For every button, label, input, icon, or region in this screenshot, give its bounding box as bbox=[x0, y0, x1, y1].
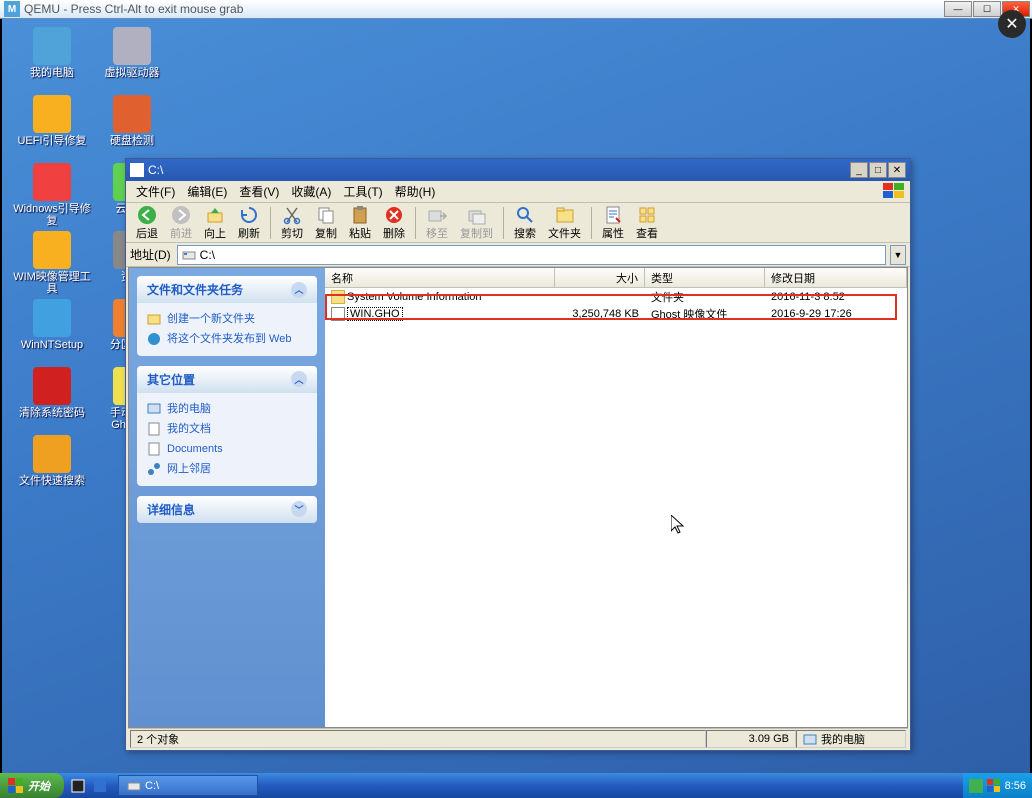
quick-launch bbox=[64, 776, 114, 796]
file-list-pane: 名称 大小 类型 修改日期 System Volume Information文… bbox=[325, 268, 907, 727]
menu-view[interactable]: 查看(V) bbox=[233, 181, 285, 202]
window-close-button[interactable]: ✕ bbox=[888, 162, 906, 178]
tasks-sidebar: 文件和文件夹任务︿ 创建一个新文件夹 将这个文件夹发布到 Web 其它位置︿ 我… bbox=[129, 268, 325, 727]
system-tray[interactable]: 8:56 bbox=[963, 773, 1032, 798]
desktop-icon[interactable]: 硬盘检测 bbox=[92, 93, 172, 161]
other-places-header[interactable]: 其它位置︿ bbox=[137, 366, 317, 393]
window-maximize-button[interactable]: □ bbox=[869, 162, 887, 178]
drive-icon bbox=[182, 248, 196, 262]
windows-logo-icon bbox=[8, 778, 24, 794]
chevron-down-icon: ﹀ bbox=[291, 501, 307, 517]
windows-flag-icon bbox=[882, 182, 906, 200]
properties-button[interactable]: 属性 bbox=[596, 204, 630, 242]
desktop-icon[interactable]: UEFI引导修复 bbox=[12, 93, 92, 161]
address-bar: 地址(D) C:\ ▼ bbox=[126, 243, 910, 267]
tray-icon[interactable] bbox=[969, 779, 983, 793]
file-tasks-panel: 文件和文件夹任务︿ 创建一个新文件夹 将这个文件夹发布到 Web bbox=[137, 276, 317, 356]
desktop-icon[interactable]: 我的电脑 bbox=[12, 25, 92, 93]
chevron-up-icon: ︿ bbox=[291, 371, 307, 387]
mouse-cursor-icon bbox=[671, 515, 685, 535]
menu-file[interactable]: 文件(F) bbox=[130, 181, 181, 202]
desktop-icon[interactable]: 虚拟驱动器 bbox=[92, 25, 172, 93]
file-row[interactable]: WIN.GHO3,250,748 KBGhost 映像文件2016-9-29 1… bbox=[325, 305, 907, 322]
copy-button[interactable]: 复制 bbox=[309, 204, 343, 242]
taskbar-window-button[interactable]: C:\ bbox=[118, 775, 258, 796]
explorer-titlebar[interactable]: C:\ _ □ ✕ bbox=[126, 159, 910, 181]
qemu-titlebar: M QEMU - Press Ctrl-Alt to exit mouse gr… bbox=[0, 0, 1032, 19]
desktop-icon[interactable]: WinNTSetup bbox=[12, 297, 92, 365]
paste-button[interactable]: 粘贴 bbox=[343, 204, 377, 242]
place-my-computer[interactable]: 我的电脑 bbox=[147, 399, 307, 419]
explorer-window: C:\ _ □ ✕ 文件(F) 编辑(E) 查看(V) 收藏(A) 工具(T) … bbox=[125, 158, 911, 751]
desktop-icon[interactable]: Widnows引导修复 bbox=[12, 161, 92, 229]
address-dropdown-button[interactable]: ▼ bbox=[890, 245, 906, 265]
details-header[interactable]: 详细信息﹀ bbox=[137, 496, 317, 523]
quick-launch-item[interactable] bbox=[90, 776, 110, 796]
drive-icon bbox=[130, 163, 144, 177]
desktop-icon[interactable]: WIM映像管理工具 bbox=[12, 229, 92, 297]
tray-clock[interactable]: 8:56 bbox=[1005, 780, 1026, 792]
qemu-maximize-button[interactable]: ☐ bbox=[973, 1, 1001, 17]
cut-button[interactable]: 剪切 bbox=[275, 204, 309, 242]
col-type[interactable]: 类型 bbox=[645, 268, 765, 287]
col-name[interactable]: 名称 bbox=[325, 268, 555, 287]
status-object-count: 2 个对象 bbox=[130, 730, 706, 748]
up-button[interactable]: 向上 bbox=[198, 204, 232, 242]
file-tasks-header[interactable]: 文件和文件夹任务︿ bbox=[137, 276, 317, 303]
search-button[interactable]: 搜索 bbox=[508, 204, 542, 242]
delete-button[interactable]: 删除 bbox=[377, 204, 411, 242]
quick-launch-item[interactable] bbox=[68, 776, 88, 796]
place-my-documents[interactable]: 我的文档 bbox=[147, 419, 307, 439]
desktop[interactable]: 我的电脑虚拟驱动器UEFI引导修复硬盘检测Widnows引导修复云骑士WIM映像… bbox=[2, 19, 1030, 773]
start-button[interactable]: 开始 bbox=[0, 773, 64, 798]
copyto-button[interactable]: 复制到 bbox=[454, 204, 499, 242]
window-minimize-button[interactable]: _ bbox=[850, 162, 868, 178]
task-publish-web[interactable]: 将这个文件夹发布到 Web bbox=[147, 329, 307, 349]
taskbar: 开始 C:\ 8:56 bbox=[0, 773, 1032, 798]
folders-button[interactable]: 文件夹 bbox=[542, 204, 587, 242]
other-places-panel: 其它位置︿ 我的电脑 我的文档 Documents 网上邻居 bbox=[137, 366, 317, 486]
explorer-title: C:\ bbox=[148, 163, 163, 177]
qemu-minimize-button[interactable]: — bbox=[944, 1, 972, 17]
address-input[interactable]: C:\ bbox=[177, 245, 886, 265]
file-list[interactable]: System Volume Information文件夹2016-11-3 8:… bbox=[325, 288, 907, 727]
col-size[interactable]: 大小 bbox=[555, 268, 645, 287]
menu-tools[interactable]: 工具(T) bbox=[337, 181, 388, 202]
desktop-icon[interactable]: 文件快速搜索 bbox=[12, 433, 92, 501]
status-bar: 2 个对象 3.09 GB 我的电脑 bbox=[128, 728, 908, 748]
file-row[interactable]: System Volume Information文件夹2016-11-3 8:… bbox=[325, 288, 907, 305]
details-panel: 详细信息﹀ bbox=[137, 496, 317, 523]
col-date[interactable]: 修改日期 bbox=[765, 268, 907, 287]
menu-favorites[interactable]: 收藏(A) bbox=[285, 181, 337, 202]
refresh-button[interactable]: 刷新 bbox=[232, 204, 266, 242]
place-network[interactable]: 网上邻居 bbox=[147, 459, 307, 479]
back-button[interactable]: 后退 bbox=[130, 204, 164, 242]
views-button[interactable]: 查看 bbox=[630, 204, 664, 242]
menu-edit[interactable]: 编辑(E) bbox=[181, 181, 233, 202]
menu-help[interactable]: 帮助(H) bbox=[389, 181, 442, 202]
qemu-icon: M bbox=[4, 1, 20, 17]
status-size: 3.09 GB bbox=[706, 730, 796, 748]
place-documents[interactable]: Documents bbox=[147, 439, 307, 459]
desktop-icon[interactable]: 清除系统密码 bbox=[12, 365, 92, 433]
tray-icon[interactable] bbox=[987, 779, 1001, 793]
address-label: 地址(D) bbox=[130, 246, 173, 263]
forward-button[interactable]: 前进 bbox=[164, 204, 198, 242]
column-headers: 名称 大小 类型 修改日期 bbox=[325, 268, 907, 288]
qemu-title-text: QEMU - Press Ctrl-Alt to exit mouse grab bbox=[24, 2, 243, 16]
menubar: 文件(F) 编辑(E) 查看(V) 收藏(A) 工具(T) 帮助(H) bbox=[126, 181, 910, 203]
overlay-close-button[interactable]: ✕ bbox=[998, 10, 1026, 38]
drive-icon bbox=[127, 779, 141, 793]
task-new-folder[interactable]: 创建一个新文件夹 bbox=[147, 309, 307, 329]
chevron-up-icon: ︿ bbox=[291, 282, 307, 298]
status-location: 我的电脑 bbox=[796, 730, 906, 748]
moveto-button[interactable]: 移至 bbox=[420, 204, 454, 242]
toolbar: 后退 前进 向上 刷新 剪切 复制 粘贴 删除 移至 复制到 搜索 文件夹 属性… bbox=[126, 203, 910, 243]
